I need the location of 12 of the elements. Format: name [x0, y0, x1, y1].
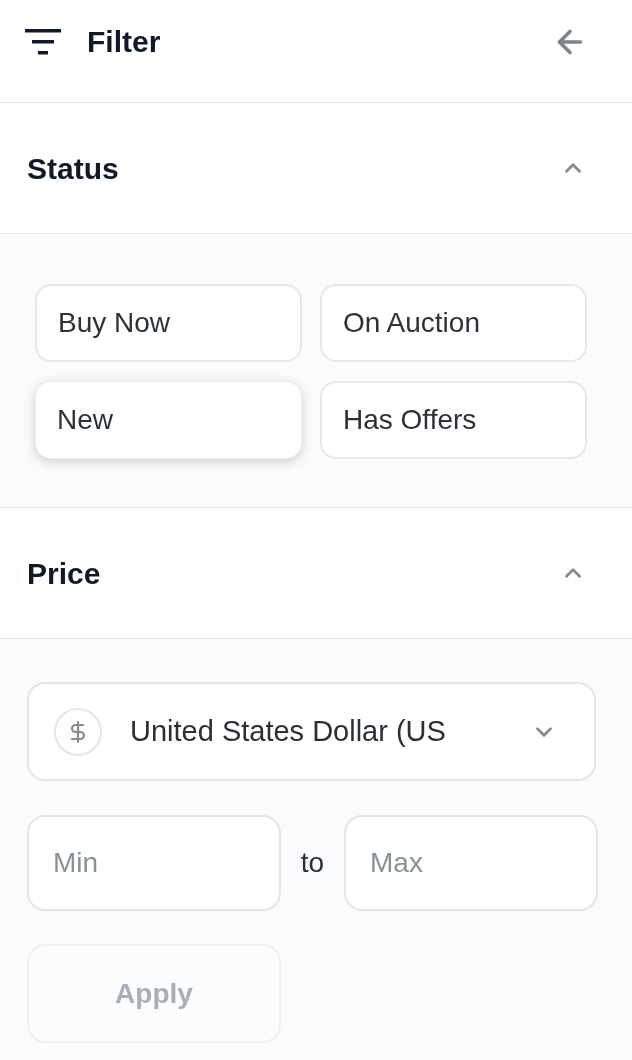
status-option[interactable]: On Auction — [320, 284, 587, 362]
status-option[interactable]: New — [35, 381, 302, 459]
section-title: Price — [27, 555, 101, 592]
max-price-field[interactable]: Max — [344, 815, 598, 911]
filter-icon — [25, 28, 61, 55]
currency-select[interactable]: United States Dollar (US — [27, 682, 596, 781]
section-title: Status — [27, 150, 119, 187]
status-option[interactable]: Has Offers — [320, 381, 587, 459]
range-separator: to — [299, 846, 326, 880]
min-price-field[interactable]: Min — [27, 815, 281, 911]
status-option[interactable]: Buy Now — [35, 284, 302, 362]
panel-title: Filter — [87, 24, 161, 60]
